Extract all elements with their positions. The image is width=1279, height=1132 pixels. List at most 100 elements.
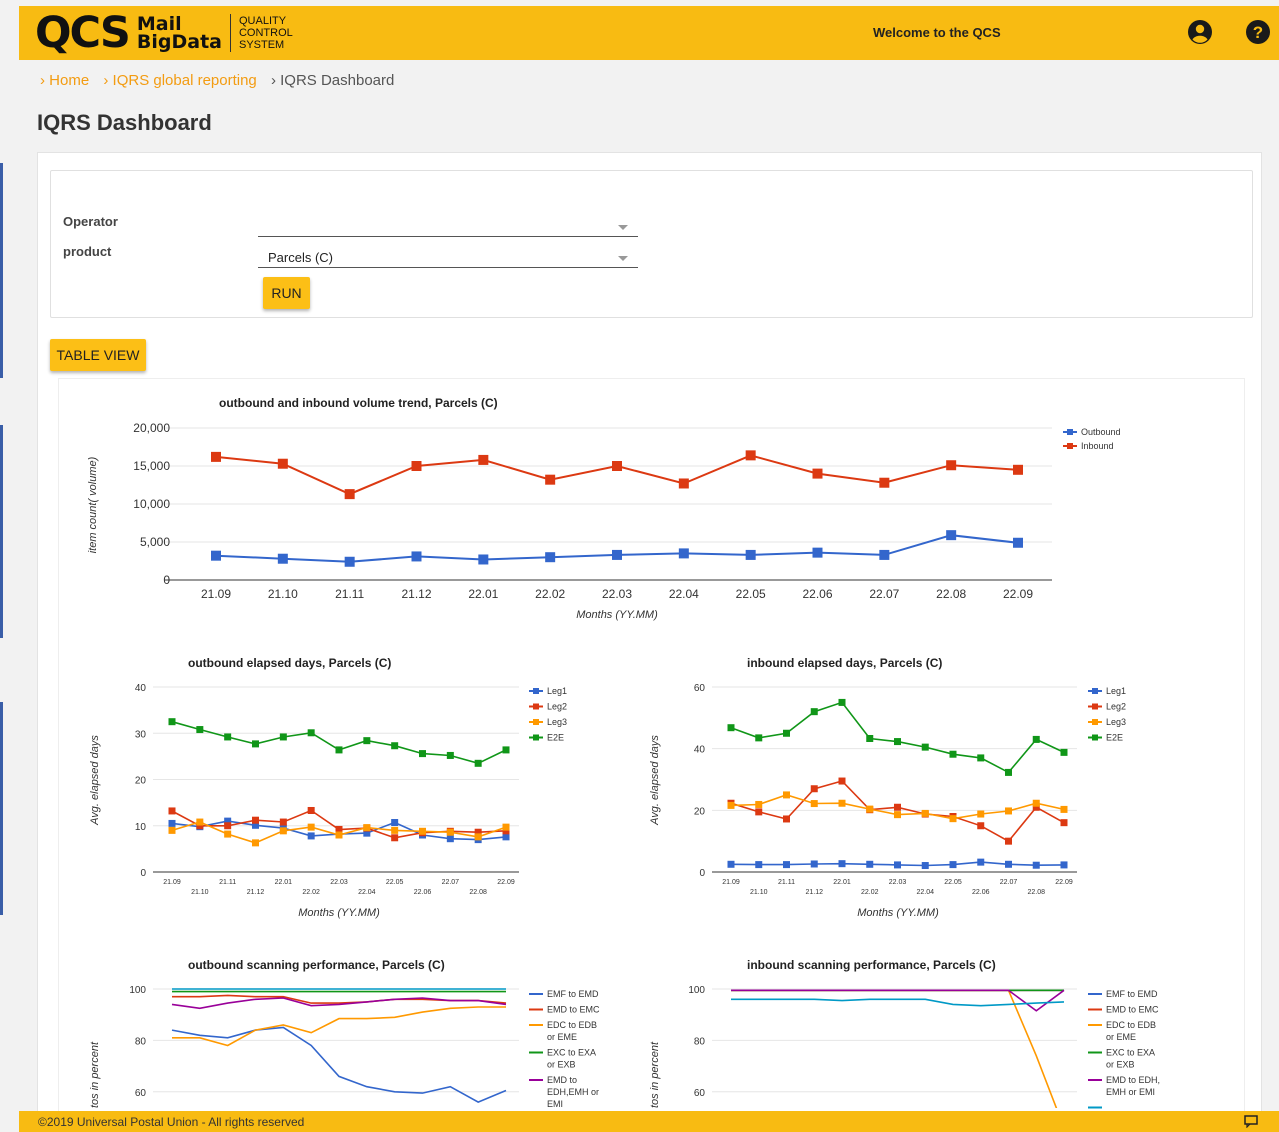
x-tick-label: 22.06 [414, 889, 432, 896]
data-point [363, 824, 371, 832]
x-tick-label: 21.11 [778, 879, 795, 886]
data-point [755, 808, 763, 816]
data-point [307, 823, 315, 831]
legend-label: E2E [547, 733, 564, 743]
x-tick-label: 22.02 [535, 587, 565, 601]
data-point [344, 556, 355, 567]
data-point [1013, 464, 1023, 475]
y-axis-title: item count( volume) [87, 456, 99, 553]
data-point [949, 861, 957, 869]
x-tick-label: 22.01 [468, 587, 498, 601]
data-point [168, 807, 176, 815]
legend-label: Inbound [1081, 441, 1114, 451]
data-point [363, 737, 371, 745]
legend-marker [533, 703, 539, 710]
data-point [838, 777, 846, 785]
y-tick-label: 20 [135, 776, 147, 787]
legend-label: EMD to [547, 1075, 577, 1085]
data-point [838, 698, 846, 706]
data-point [755, 861, 763, 869]
data-point [224, 822, 232, 830]
data-point [810, 860, 818, 868]
charts-canvas: outbound and inbound volume trend, Parce… [87, 396, 1160, 1109]
data-point [879, 549, 890, 560]
legend-label: EMD to EMC [547, 1005, 600, 1015]
data-point [946, 530, 957, 541]
x-tick-label: 22.01 [275, 879, 293, 886]
y-tick-label: 0 [140, 868, 146, 879]
copyright-text: ©2019 Universal Postal Union - All right… [38, 1115, 305, 1129]
data-point [812, 468, 823, 479]
data-point [894, 803, 901, 811]
legend-marker [1067, 429, 1073, 435]
x-axis-title: Months (YY.MM) [298, 907, 380, 919]
data-point [755, 800, 763, 808]
data-point [446, 751, 454, 759]
data-point [727, 724, 735, 732]
data-point [419, 750, 426, 758]
y-tick-label: 10,000 [133, 497, 170, 511]
x-tick-label: 22.09 [1055, 879, 1073, 886]
legend-label: or EME [1106, 1032, 1136, 1042]
y-tick-label: 80 [694, 1036, 706, 1047]
legend-label: EDH,EMH or [547, 1087, 599, 1097]
data-point [612, 461, 622, 471]
x-tick-label: 21.12 [247, 889, 265, 896]
series-line-leg2 [730, 780, 1065, 843]
x-tick-label: 22.04 [669, 587, 699, 601]
legend-label: Leg3 [547, 717, 567, 727]
legend-label: E2E [1106, 733, 1123, 743]
x-tick-label: 22.08 [469, 889, 487, 896]
data-point [894, 738, 901, 746]
data-point [1032, 735, 1040, 743]
chart-title: inbound elapsed days, Parcels (C) [747, 656, 942, 670]
x-tick-label: 22.05 [736, 587, 766, 601]
data-point [279, 827, 287, 835]
legend-label: EMD to EMC [1106, 1005, 1159, 1015]
data-point [307, 806, 315, 814]
chart-title: outbound elapsed days, Parcels (C) [188, 656, 391, 670]
data-point [1060, 748, 1068, 756]
y-tick-label: 30 [135, 729, 147, 740]
data-point [252, 839, 259, 847]
legend-label: EMF to EMD [1106, 989, 1158, 999]
series-line-e2e [730, 701, 1065, 774]
legend-label: EMH or EMI [1106, 1087, 1155, 1097]
legend-label: or EXB [1106, 1060, 1135, 1070]
data-point [949, 815, 957, 823]
data-point [502, 746, 510, 754]
data-point [391, 834, 399, 842]
legend-marker [1092, 734, 1098, 741]
data-point [977, 858, 985, 866]
data-point [196, 726, 204, 734]
data-point [977, 810, 985, 818]
chat-icon[interactable] [1244, 1115, 1258, 1128]
data-point [168, 718, 176, 726]
app-footer: ©2019 Universal Postal Union - All right… [19, 1111, 1279, 1132]
data-point [838, 799, 846, 807]
x-tick-label: 22.05 [386, 879, 404, 886]
legend-label: or EXB [547, 1060, 576, 1070]
series-line-emd-to-edh-emh-or-emi [731, 989, 1065, 1012]
data-point [745, 450, 756, 461]
legend-label: EXC to EXA [547, 1048, 596, 1058]
data-point [211, 550, 221, 561]
x-tick-label: 21.12 [401, 587, 431, 601]
data-point [1005, 768, 1012, 776]
legend-marker [1092, 688, 1098, 694]
data-point [921, 809, 929, 817]
data-point [1060, 805, 1068, 813]
data-point [335, 831, 343, 839]
legend-marker [1067, 443, 1073, 449]
data-point [783, 815, 790, 823]
x-tick-label: 22.09 [1003, 587, 1033, 601]
data-point [921, 862, 929, 870]
series-line-emd-to-emc [172, 994, 507, 1004]
data-point [812, 547, 823, 558]
x-tick-label: 22.08 [936, 587, 966, 601]
legend-marker [1092, 719, 1098, 725]
series-line-emf-to-emd [171, 1026, 507, 1103]
data-point [307, 729, 315, 737]
data-point [391, 742, 399, 750]
data-point [838, 860, 846, 868]
